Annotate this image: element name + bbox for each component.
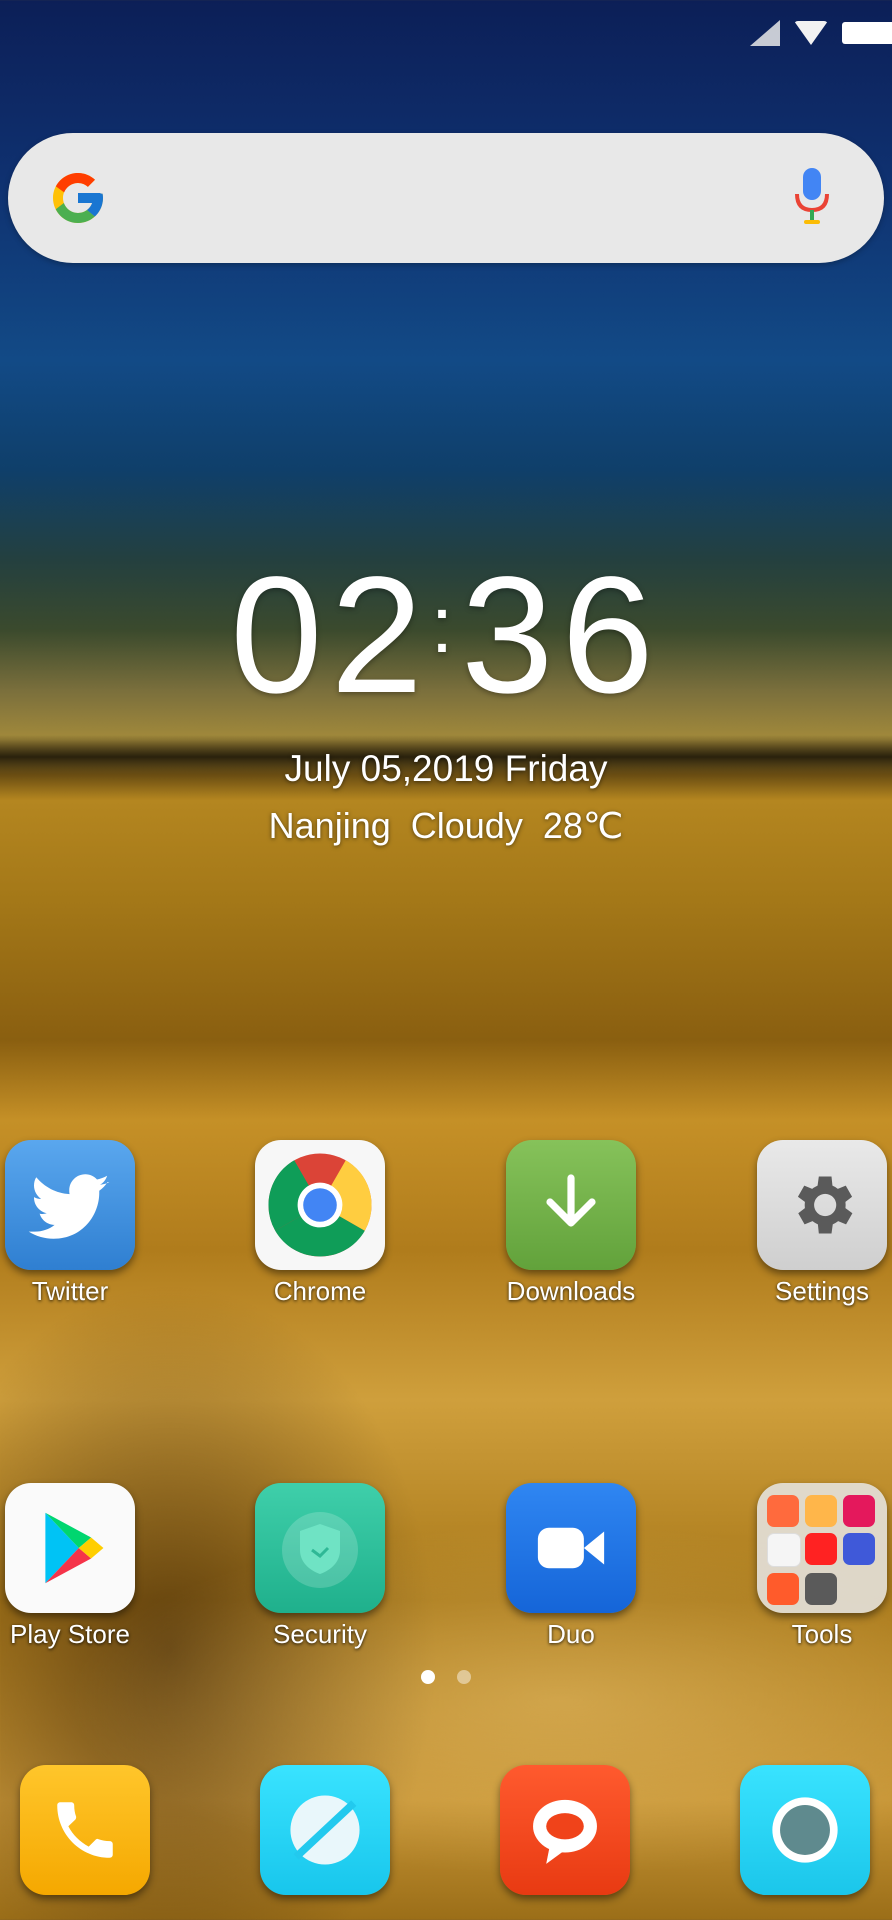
google-search-bar[interactable] [8,133,884,263]
weather-info[interactable]: Nanjing Cloudy 28℃ [0,805,892,847]
clock-separator: : [430,580,462,669]
folder-icon [757,1483,887,1613]
shield-icon [255,1483,385,1613]
app-tools-folder[interactable]: Tools [737,1483,892,1650]
messages-icon [500,1765,630,1895]
app-label: Downloads [506,1276,636,1306]
app-downloads[interactable]: Downloads [486,1140,656,1307]
cellular-signal-icon [750,20,780,46]
status-bar [750,18,892,48]
page-dot [457,1670,471,1684]
clock-minutes: 36 [461,543,662,728]
date-label: July 05,2019 Friday [284,748,608,789]
google-logo-icon [53,173,103,223]
dock-browser[interactable] [240,1765,410,1895]
browser-icon [260,1765,390,1895]
app-label: Play Store [10,1619,130,1649]
app-label: Settings [775,1276,869,1306]
weather-city: Nanjing [268,805,391,846]
twitter-bird-icon [5,1140,135,1270]
chrome-icon [255,1140,385,1270]
app-chrome[interactable]: Chrome [235,1140,405,1307]
gear-icon [757,1140,887,1270]
phone-icon [20,1765,150,1895]
video-camera-icon [506,1483,636,1613]
wifi-icon [794,21,828,45]
app-duo[interactable]: Duo [486,1483,656,1650]
clock-time[interactable]: 02:36 [0,540,892,721]
page-indicator [0,1670,892,1689]
app-settings[interactable]: Settings [737,1140,892,1307]
microphone-icon[interactable] [792,166,832,230]
app-label: Security [273,1619,367,1649]
dock-messages[interactable] [480,1765,650,1895]
dock-camera[interactable] [720,1765,890,1895]
app-label: Duo [547,1619,595,1649]
page-dot-active [421,1670,435,1684]
app-label: Tools [791,1619,853,1649]
battery-icon [842,22,892,44]
weather-temperature: 28℃ [542,805,624,846]
app-label: Twitter [31,1276,109,1306]
download-arrow-icon [506,1140,636,1270]
app-security[interactable]: Security [235,1483,405,1650]
clock-hours: 02 [230,543,431,728]
app-play-store[interactable]: Play Store [0,1483,155,1650]
weather-condition: Cloudy [410,805,523,846]
app-twitter[interactable]: Twitter [0,1140,155,1307]
play-store-icon [5,1483,135,1613]
app-label: Chrome [273,1276,367,1306]
camera-icon [740,1765,870,1895]
dock-phone[interactable] [0,1765,170,1895]
